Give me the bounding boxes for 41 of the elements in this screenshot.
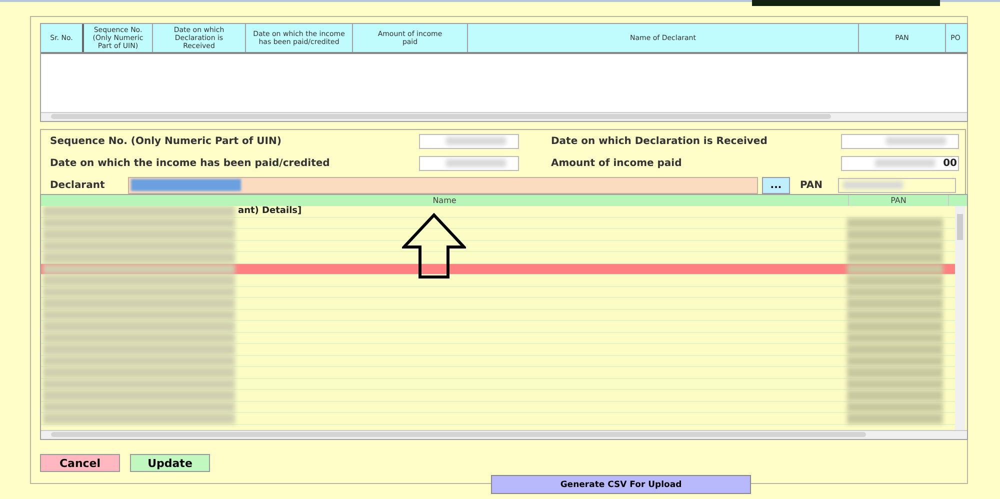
grid-row[interactable]: [41, 264, 955, 275]
grid-row[interactable]: [41, 240, 955, 252]
column-header: PAN: [849, 195, 949, 206]
cancel-button[interactable]: Cancel: [40, 454, 120, 472]
field-label: Date on which Declaration is Received: [551, 136, 768, 146]
field-label: Amount of income paid: [551, 158, 683, 168]
grid-row[interactable]: [41, 367, 955, 378]
grid-row[interactable]: [41, 252, 955, 264]
vertical-scrollbar[interactable]: [955, 206, 965, 430]
grid-row[interactable]: [41, 229, 955, 240]
browse-button[interactable]: ...: [762, 176, 790, 194]
horizontal-scrollbar[interactable]: [41, 112, 967, 121]
input-field[interactable]: [419, 156, 519, 170]
grid-row[interactable]: [41, 356, 955, 367]
update-button[interactable]: Update: [130, 454, 210, 472]
grid-cell-text: ant) Details]: [238, 206, 302, 216]
up-arrow-icon: [402, 213, 466, 279]
input-field[interactable]: [419, 134, 519, 148]
generate-csv-button[interactable]: Generate CSV For Upload: [491, 475, 751, 494]
grid-row[interactable]: [41, 321, 955, 332]
grid-row[interactable]: [41, 378, 955, 390]
grid-row[interactable]: [41, 286, 955, 298]
pan-field[interactable]: [838, 178, 956, 192]
input-field[interactable]: [841, 134, 959, 148]
grid-row[interactable]: [41, 298, 955, 310]
grid-row[interactable]: [41, 344, 955, 356]
grid-row[interactable]: [41, 402, 955, 413]
grid-row[interactable]: ant) Details]: [41, 206, 955, 218]
horizontal-scrollbar[interactable]: [41, 430, 967, 439]
field-label: PAN: [800, 180, 824, 190]
field-label: Date on which the income has been paid/credited: [50, 158, 331, 168]
grid-row[interactable]: [41, 310, 955, 321]
grid-row[interactable]: [41, 390, 955, 402]
field-label: Sequence No. (Only Numeric Part of UIN): [50, 136, 282, 146]
grid-row[interactable]: [41, 332, 955, 344]
grid-row[interactable]: [41, 218, 955, 229]
grid-row[interactable]: [41, 275, 955, 286]
field-label: Declarant: [50, 180, 106, 190]
grid-row[interactable]: [41, 413, 955, 424]
declarant-field[interactable]: [128, 176, 758, 194]
input-field[interactable]: 00: [841, 156, 959, 170]
